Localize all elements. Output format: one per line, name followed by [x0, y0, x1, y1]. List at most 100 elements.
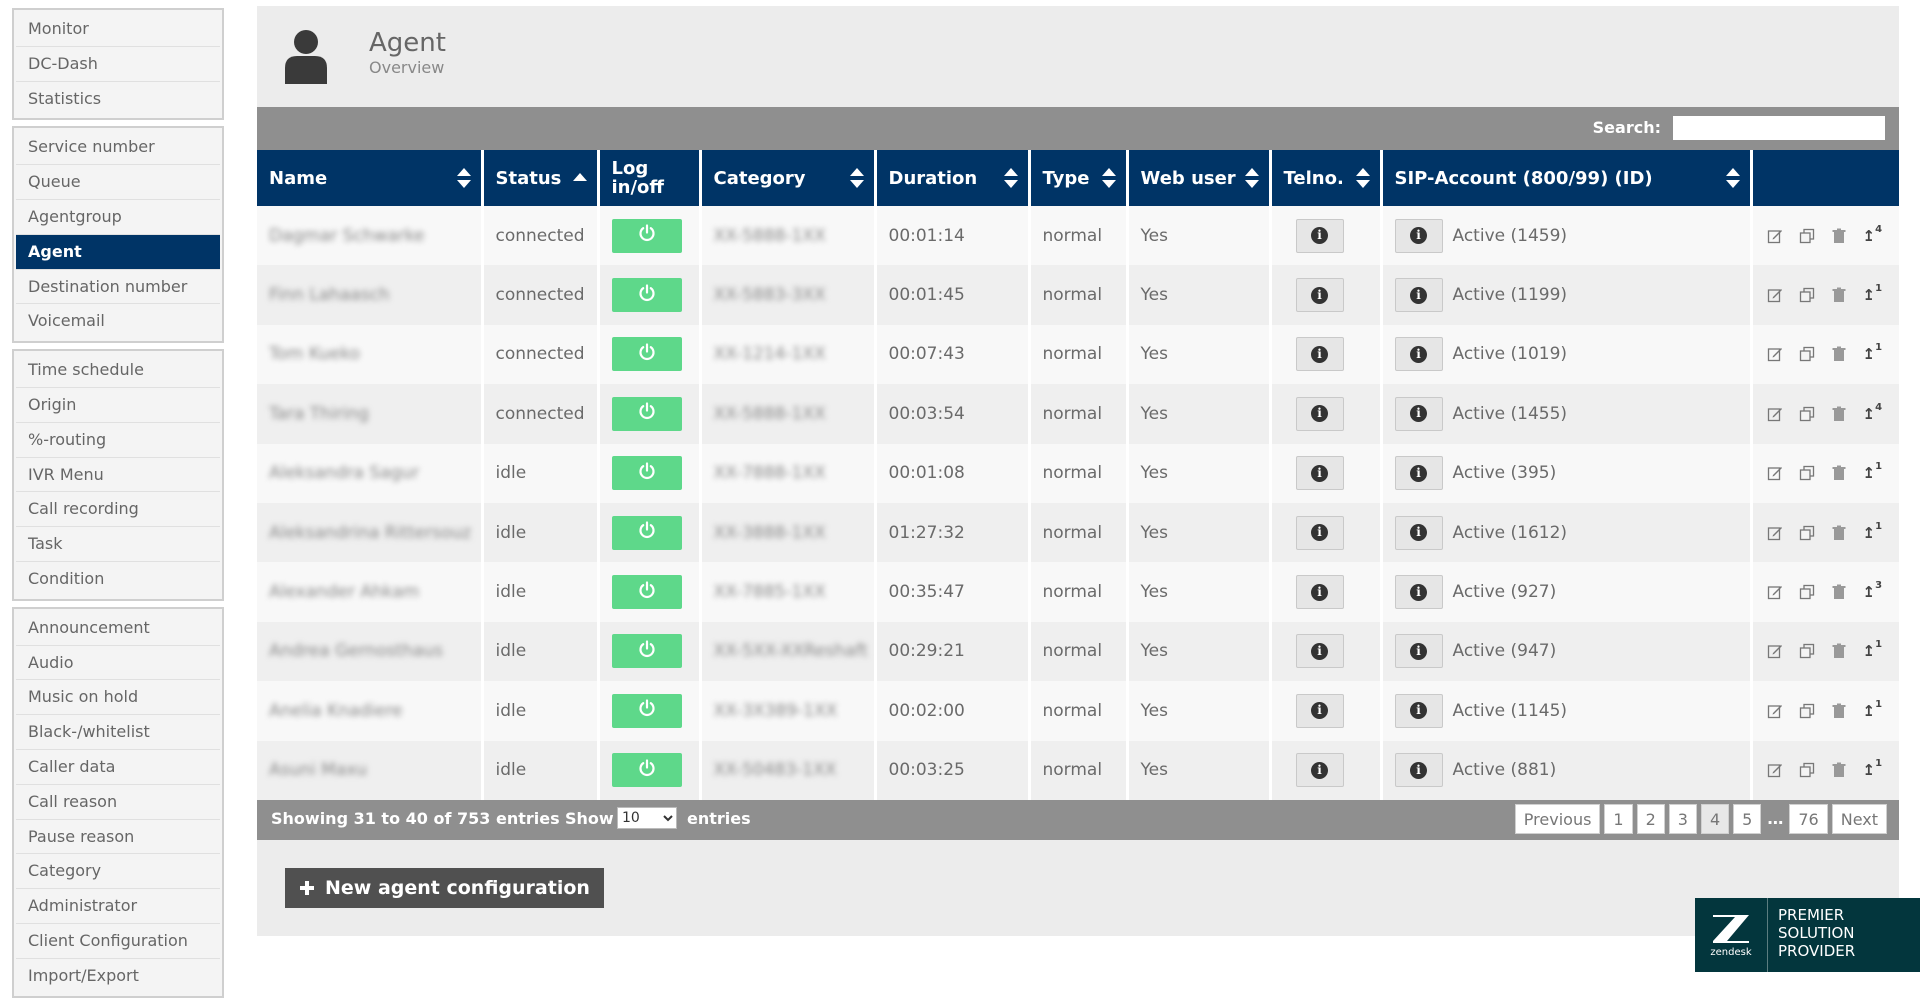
- edit-icon[interactable]: [1767, 406, 1783, 422]
- sidebar-item-import-export[interactable]: Import/Export: [16, 958, 220, 994]
- login-toggle-button[interactable]: [611, 634, 682, 669]
- copy-icon[interactable]: [1799, 465, 1815, 481]
- sidebar-item-time-schedule[interactable]: Time schedule: [16, 353, 220, 388]
- pagination-4[interactable]: 4: [1700, 804, 1730, 834]
- assign-up-icon[interactable]: ↥4: [1863, 224, 1883, 245]
- edit-icon[interactable]: [1767, 703, 1783, 719]
- pagination-next[interactable]: Next: [1831, 804, 1887, 834]
- login-toggle-button[interactable]: [611, 753, 682, 788]
- assign-up-icon[interactable]: ↥1: [1863, 461, 1883, 482]
- delete-icon[interactable]: [1831, 643, 1847, 659]
- sidebar-item-condition[interactable]: Condition: [16, 561, 220, 597]
- entries-per-page-select[interactable]: 10: [617, 807, 677, 829]
- column-header-sip-account-800-99-id[interactable]: SIP-Account (800/99) (ID): [1381, 150, 1753, 206]
- telno-info-button[interactable]: i: [1295, 575, 1344, 610]
- login-toggle-button[interactable]: [611, 278, 682, 313]
- login-toggle-button[interactable]: [611, 218, 682, 253]
- copy-icon[interactable]: [1799, 346, 1815, 362]
- telno-info-button[interactable]: i: [1295, 753, 1344, 788]
- delete-icon[interactable]: [1831, 525, 1847, 541]
- sidebar-item-client-configuration[interactable]: Client Configuration: [16, 923, 220, 959]
- sidebar-item-administrator[interactable]: Administrator: [16, 889, 220, 924]
- copy-icon[interactable]: [1799, 287, 1815, 303]
- agent-name[interactable]: Tara Thiring: [269, 404, 369, 424]
- agent-name[interactable]: Aleksandra Sagur: [269, 463, 419, 483]
- login-toggle-button[interactable]: [611, 575, 682, 610]
- agent-name[interactable]: Alexander Ahkam: [269, 582, 419, 602]
- sidebar-item-statistics[interactable]: Statistics: [16, 81, 220, 117]
- delete-icon[interactable]: [1831, 584, 1847, 600]
- delete-icon[interactable]: [1831, 228, 1847, 244]
- sip-info-button[interactable]: i: [1394, 575, 1443, 610]
- agent-name[interactable]: Aleksandrina Rittersouz: [269, 523, 471, 543]
- assign-up-icon[interactable]: ↥1: [1863, 342, 1883, 363]
- sidebar-item-music-on-hold[interactable]: Music on hold: [16, 680, 220, 716]
- new-agent-configuration-button[interactable]: New agent configuration: [285, 868, 604, 908]
- pagination-5[interactable]: 5: [1733, 804, 1762, 834]
- sip-info-button[interactable]: i: [1394, 456, 1443, 491]
- delete-icon[interactable]: [1831, 287, 1847, 303]
- copy-icon[interactable]: [1799, 228, 1815, 244]
- edit-icon[interactable]: [1767, 584, 1783, 600]
- login-toggle-button[interactable]: [611, 337, 682, 372]
- sip-info-button[interactable]: i: [1394, 634, 1443, 669]
- search-input[interactable]: [1673, 116, 1885, 140]
- sip-info-button[interactable]: i: [1394, 396, 1443, 431]
- telno-info-button[interactable]: i: [1295, 337, 1344, 372]
- edit-icon[interactable]: [1767, 762, 1783, 778]
- edit-icon[interactable]: [1767, 346, 1783, 362]
- sip-info-button[interactable]: i: [1394, 218, 1443, 253]
- agent-name[interactable]: Finn Lahaasch: [269, 285, 390, 305]
- pagination-76[interactable]: 76: [1789, 804, 1828, 834]
- sidebar-item-pause-reason[interactable]: Pause reason: [16, 819, 220, 855]
- sidebar-item-queue[interactable]: Queue: [16, 165, 220, 200]
- sip-info-button[interactable]: i: [1394, 753, 1443, 788]
- sidebar-item-agentgroup[interactable]: Agentgroup: [16, 199, 220, 235]
- copy-icon[interactable]: [1799, 525, 1815, 541]
- sidebar-item-task[interactable]: Task: [16, 527, 220, 562]
- edit-icon[interactable]: [1767, 525, 1783, 541]
- delete-icon[interactable]: [1831, 406, 1847, 422]
- sidebar-item-call-recording[interactable]: Call recording: [16, 492, 220, 528]
- telno-info-button[interactable]: i: [1295, 278, 1344, 313]
- delete-icon[interactable]: [1831, 762, 1847, 778]
- agent-name[interactable]: Anelia Knadiere: [269, 701, 403, 721]
- column-header-name[interactable]: Name: [257, 150, 484, 206]
- edit-icon[interactable]: [1767, 228, 1783, 244]
- sip-info-button[interactable]: i: [1394, 337, 1443, 372]
- sidebar-item-dc-dash[interactable]: DC-Dash: [16, 46, 220, 82]
- login-toggle-button[interactable]: [611, 396, 682, 431]
- telno-info-button[interactable]: i: [1295, 218, 1344, 253]
- sidebar-item-destination-number[interactable]: Destination number: [16, 269, 220, 305]
- sidebar-item-monitor[interactable]: Monitor: [16, 12, 220, 47]
- agent-name[interactable]: Asuni Maxu: [269, 760, 367, 780]
- column-header-duration[interactable]: Duration: [875, 150, 1031, 206]
- pagination-1[interactable]: 1: [1604, 804, 1633, 834]
- agent-name[interactable]: Andrea Gernosthaus: [269, 641, 443, 661]
- telno-info-button[interactable]: i: [1295, 396, 1344, 431]
- assign-up-icon[interactable]: ↥1: [1863, 283, 1883, 304]
- assign-up-icon[interactable]: ↥4: [1863, 402, 1883, 423]
- sidebar-item-caller-data[interactable]: Caller data: [16, 749, 220, 785]
- sidebar-item-agent[interactable]: Agent: [16, 234, 220, 270]
- telno-info-button[interactable]: i: [1295, 456, 1344, 491]
- sidebar-item-voicemail[interactable]: Voicemail: [16, 304, 220, 340]
- assign-up-icon[interactable]: ↥1: [1863, 639, 1883, 660]
- sip-info-button[interactable]: i: [1394, 278, 1443, 313]
- login-toggle-button[interactable]: [611, 693, 682, 728]
- telno-info-button[interactable]: i: [1295, 634, 1344, 669]
- delete-icon[interactable]: [1831, 346, 1847, 362]
- agent-name[interactable]: Dagmar Schwarke: [269, 226, 425, 246]
- delete-icon[interactable]: [1831, 465, 1847, 481]
- column-header-status[interactable]: Status: [482, 150, 600, 206]
- sidebar-item-ivr-menu[interactable]: IVR Menu: [16, 457, 220, 493]
- copy-icon[interactable]: [1799, 406, 1815, 422]
- agent-name[interactable]: Tom Kueko: [269, 344, 360, 364]
- copy-icon[interactable]: [1799, 643, 1815, 659]
- column-header-log-in-off[interactable]: Log in/off: [598, 150, 702, 206]
- sidebar-item-black-whitelist[interactable]: Black-/whitelist: [16, 715, 220, 750]
- sidebar-item-origin[interactable]: Origin: [16, 387, 220, 423]
- telno-info-button[interactable]: i: [1295, 515, 1344, 550]
- edit-icon[interactable]: [1767, 287, 1783, 303]
- column-header-telno[interactable]: Telno.: [1270, 150, 1383, 206]
